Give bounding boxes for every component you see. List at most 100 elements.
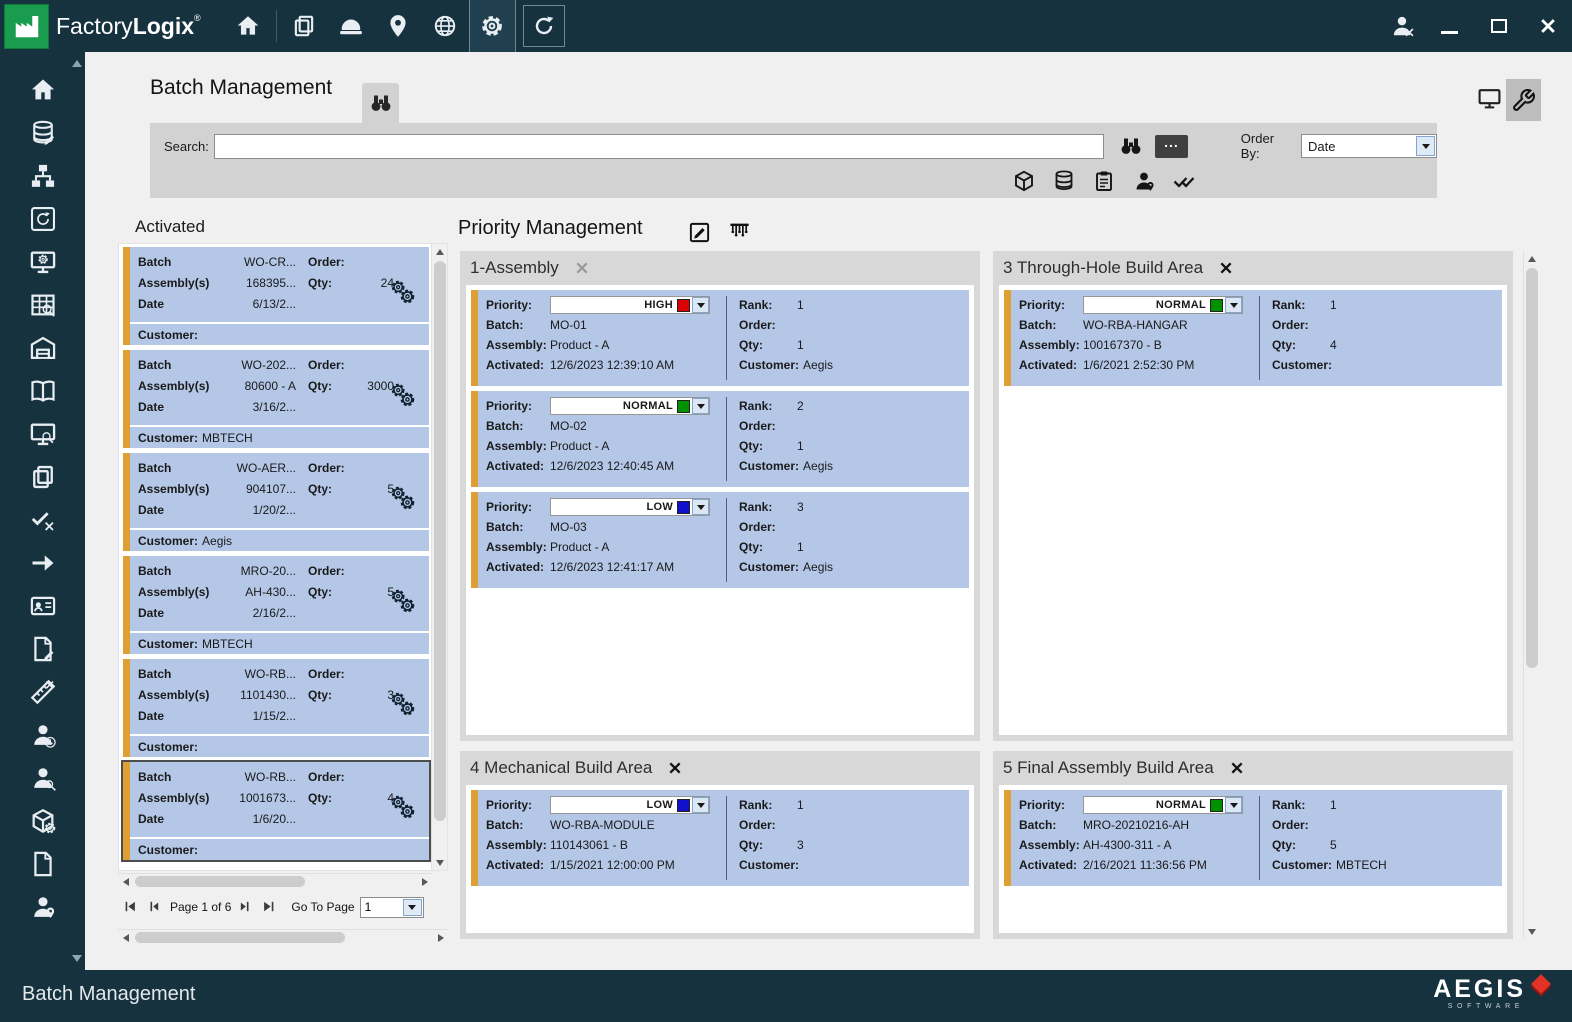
activated-vertical-scrollbar[interactable] [431, 244, 447, 870]
sidebar-item-person-pin[interactable] [21, 885, 65, 928]
batch-card-3[interactable]: BatchWO-AER...Order: Assembly(s)904107..… [123, 453, 429, 551]
documents-nav-icon[interactable] [281, 0, 328, 52]
priority-dropdown-arrow[interactable] [692, 398, 709, 414]
priority-vertical-scrollbar[interactable] [1523, 251, 1539, 939]
close-area-icon[interactable] [1229, 760, 1245, 776]
sidebar-item-person-search[interactable] [21, 756, 65, 799]
scroll-thumb[interactable] [135, 932, 345, 943]
sidebar-item-monitor-search[interactable] [21, 412, 65, 455]
priority-select[interactable]: NORMAL [1083, 296, 1243, 314]
close-area-icon[interactable] [574, 260, 590, 276]
package-tool-icon[interactable] [1012, 169, 1036, 193]
scroll-thumb[interactable] [135, 876, 305, 887]
clipboard-tool-icon[interactable] [1092, 169, 1116, 193]
sidebar-item-monitor-gear[interactable] [21, 240, 65, 283]
priority-card[interactable]: Priority: LOW Batch:MO-03 Assembly:Produ… [471, 492, 969, 588]
priority-card[interactable]: Priority: NORMAL Batch:MO-02 Assembly:Pr… [471, 391, 969, 487]
scroll-right-button[interactable] [417, 874, 432, 889]
sidebar-item-process-flow[interactable] [21, 154, 65, 197]
batch-gears-icon[interactable] [388, 792, 416, 820]
sidebar-item-check-x[interactable] [21, 498, 65, 541]
sidebar-item-book[interactable] [21, 369, 65, 412]
scroll-down-button[interactable] [1524, 924, 1539, 939]
sidebar-item-documents[interactable] [21, 455, 65, 498]
order-by-dropdown-arrow[interactable] [1416, 136, 1435, 156]
scroll-up-button[interactable] [1524, 251, 1539, 266]
more-options-button[interactable]: ... [1155, 135, 1188, 158]
batch-gears-icon[interactable] [388, 586, 416, 614]
previous-page-button[interactable] [146, 899, 163, 916]
tab-batch-search[interactable] [362, 83, 399, 123]
maximize-button[interactable] [1474, 0, 1523, 52]
go-to-page-dropdown-arrow[interactable] [403, 899, 422, 916]
scroll-thumb[interactable] [1526, 268, 1538, 668]
priority-dropdown-arrow[interactable] [1225, 297, 1242, 313]
priority-card[interactable]: Priority: HIGH Batch:MO-01 Assembly:Prod… [471, 290, 969, 386]
home-nav-icon[interactable] [225, 0, 272, 52]
batch-card-4[interactable]: BatchMRO-20...Order: Assembly(s)AH-430..… [123, 556, 429, 654]
sidebar-item-ruler-x[interactable] [21, 670, 65, 713]
edit-icon[interactable] [688, 221, 712, 245]
scroll-right-button[interactable] [433, 930, 448, 945]
globe-nav-icon[interactable] [422, 0, 469, 52]
batch-card-1[interactable]: BatchWO-CR...Order: Assembly(s)168395...… [123, 247, 429, 345]
sidebar-scroll-down-icon[interactable] [72, 955, 82, 962]
view-wrench-button[interactable] [1506, 79, 1541, 121]
production-hardhat-nav-icon[interactable] [328, 0, 375, 52]
sidebar-item-home[interactable] [21, 68, 65, 111]
priority-select[interactable]: HIGH [550, 296, 710, 314]
lanes-icon[interactable] [728, 221, 752, 245]
order-by-select[interactable]: Date [1301, 134, 1437, 158]
priority-card[interactable]: Priority: NORMAL Batch:WO-RBA-HANGAR Ass… [1004, 290, 1502, 386]
priority-select[interactable]: LOW [550, 498, 710, 516]
sidebar-scroll-up-icon[interactable] [72, 60, 82, 67]
priority-card[interactable]: Priority: NORMAL Batch:MRO-20210216-AH A… [1004, 790, 1502, 886]
panel-horizontal-scrollbar[interactable] [118, 929, 448, 944]
priority-dropdown-arrow[interactable] [692, 797, 709, 813]
priority-select[interactable]: NORMAL [550, 397, 710, 415]
scroll-thumb[interactable] [434, 261, 446, 821]
scroll-left-button[interactable] [118, 874, 133, 889]
batch-gears-icon[interactable] [388, 483, 416, 511]
activated-horizontal-scrollbar[interactable] [118, 873, 432, 888]
close-area-icon[interactable] [1218, 260, 1234, 276]
priority-dropdown-arrow[interactable] [692, 499, 709, 515]
sidebar-item-person-clock[interactable] [21, 713, 65, 756]
sidebar-item-box-refresh[interactable] [21, 197, 65, 240]
changeover-refresh-nav-icon[interactable] [523, 5, 565, 47]
close-button[interactable] [1523, 0, 1572, 52]
batch-card-5[interactable]: BatchWO-RB...Order: Assembly(s)1101430..… [123, 659, 429, 757]
batch-card-6-selected[interactable]: BatchWO-RB...Order: Assembly(s)1001673..… [123, 762, 429, 860]
batch-card-2[interactable]: BatchWO-202...Order: Assembly(s)80600 - … [123, 350, 429, 448]
priority-select[interactable]: LOW [550, 796, 710, 814]
scroll-up-button[interactable] [432, 244, 447, 259]
priority-dropdown-arrow[interactable] [692, 297, 709, 313]
location-pin-nav-icon[interactable] [375, 0, 422, 52]
minimize-button[interactable] [1425, 0, 1474, 52]
sidebar-item-document-edit[interactable] [21, 627, 65, 670]
next-page-button[interactable] [238, 899, 255, 916]
view-monitor-button[interactable] [1477, 86, 1503, 112]
validate-tool-icon[interactable] [1172, 169, 1196, 193]
priority-dropdown-arrow[interactable] [1225, 797, 1242, 813]
last-page-button[interactable] [261, 899, 278, 916]
first-page-button[interactable] [123, 899, 140, 916]
search-input[interactable] [214, 134, 1104, 159]
sidebar-item-warehouse[interactable] [21, 326, 65, 369]
sidebar-item-document[interactable] [21, 842, 65, 885]
priority-card[interactable]: Priority: LOW Batch:WO-RBA-MODULE Assemb… [471, 790, 969, 886]
sidebar-item-database-edit[interactable] [21, 111, 65, 154]
go-to-page-input[interactable] [361, 898, 403, 917]
batch-gears-icon[interactable] [388, 277, 416, 305]
database-tool-icon[interactable] [1052, 169, 1076, 193]
settings-gear-nav-icon[interactable] [469, 0, 516, 52]
priority-select[interactable]: NORMAL [1083, 796, 1243, 814]
assign-user-tool-icon[interactable] [1132, 169, 1156, 193]
scroll-left-button[interactable] [118, 930, 133, 945]
search-binoculars-icon[interactable] [1119, 134, 1143, 158]
scroll-down-button[interactable] [432, 855, 447, 870]
batch-gears-icon[interactable] [388, 380, 416, 408]
sidebar-item-box-gear[interactable] [21, 799, 65, 842]
sidebar-item-id-card[interactable] [21, 584, 65, 627]
logout-user-icon[interactable] [1378, 0, 1425, 52]
